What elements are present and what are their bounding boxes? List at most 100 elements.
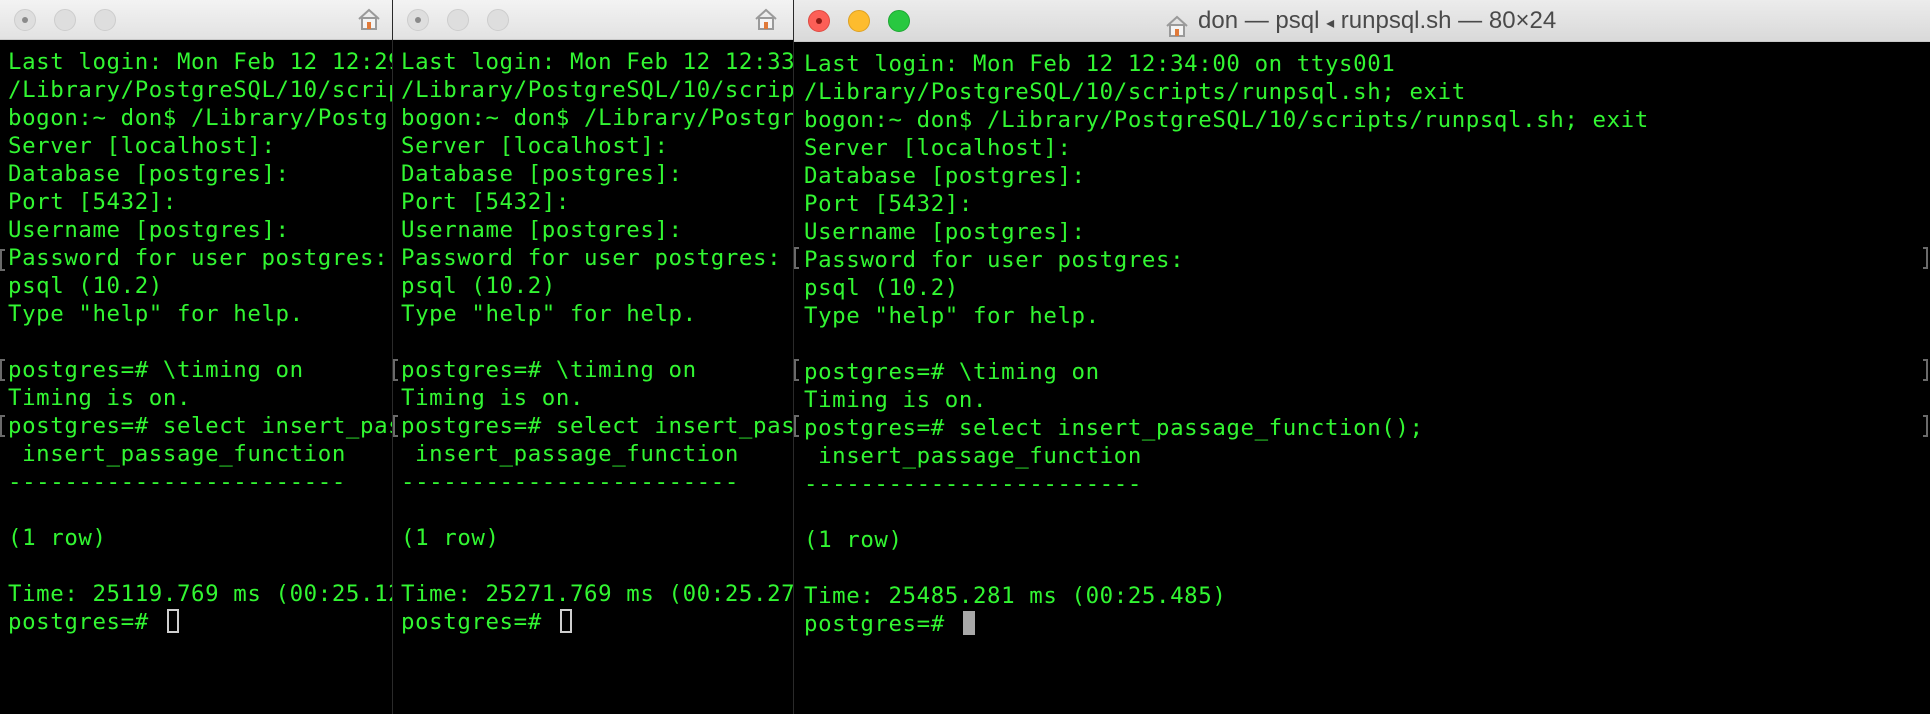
terminal-line: Time: 25485.281 ms (00:25.485) [804,583,1227,609]
prompt-line[interactable]: postgres=# [401,608,793,636]
terminal-line: psql (10.2) [401,273,556,299]
cursor [166,609,179,633]
titlebar[interactable] [393,0,793,40]
terminal-line: Timing is on. [804,387,988,413]
titlebar[interactable] [0,0,392,40]
terminal-line: Password for user postgres: [401,245,782,271]
terminal-line: /Library/PostgreSQL/10/scripts/runpsql.s… [804,79,1466,105]
terminal-line: postgres=# \timing on [8,357,304,383]
terminal-line: bogon:~ don$ /Library/Postgr [8,105,393,131]
terminal-line: postgres=# select insert_pas [401,413,794,439]
terminal-line: Database [postgres]: [401,161,683,187]
terminal-output[interactable]: Last login: Mon Feb 12 12:33 /Library/Po… [401,48,793,714]
terminal-line: insert_passage_function [401,441,739,467]
zoom-button[interactable] [94,9,116,31]
selection-mark [1923,247,1928,269]
terminal-line: /Library/PostgreSQL/10/scrip [401,77,794,103]
terminal-line: Server [localhost]: [401,133,669,159]
prompt-line[interactable]: postgres=# [804,610,1930,638]
selection-mark [0,415,5,437]
cursor [559,609,572,633]
prompt-text: postgres=# [804,611,959,637]
title-left: don — psql [1198,7,1320,34]
close-button[interactable] [407,9,429,31]
close-button[interactable] [808,10,830,32]
selection-mark [1923,359,1928,381]
terminal-line: Port [5432]: [8,189,177,215]
terminal-line: Password for user postgres: [8,245,389,271]
terminal-line: Type "help" for help. [8,301,304,327]
cursor [962,611,975,635]
terminal-line: Type "help" for help. [401,301,697,327]
minimize-button[interactable] [848,10,870,32]
terminal-window-3[interactable]: don — psql ◂ runpsql.sh — 80×24 Last log… [794,0,1930,714]
terminal-line: Timing is on. [401,385,585,411]
selection-mark [794,247,799,269]
terminal-line: Type "help" for help. [804,303,1100,329]
terminal-line: Server [localhost]: [804,135,1072,161]
terminal-line: ------------------------ [8,469,346,495]
terminal-line: Username [postgres]: [8,217,290,243]
terminal-line: postgres=# select insert_passage_functio… [804,415,1424,441]
terminal-line: Time: 25271.769 ms (00:25.27 [401,581,794,607]
title-right: runpsql.sh — 80×24 [1340,7,1557,34]
zoom-button[interactable] [888,10,910,32]
zoom-button[interactable] [487,9,509,31]
terminal-line: Last login: Mon Feb 12 12:34:00 on ttys0… [804,51,1396,77]
prompt-line[interactable]: postgres=# [8,608,392,636]
terminal-line: Database [postgres]: [804,163,1086,189]
terminal-line: Time: 25119.769 ms (00:25.12 [8,581,393,607]
home-icon [356,7,382,31]
terminal-line: Username [postgres]: [804,219,1086,245]
home-icon [1164,10,1190,37]
selection-mark [0,249,5,271]
terminal-line: Last login: Mon Feb 12 12:33 [401,49,794,75]
terminal-output[interactable]: Last login: Mon Feb 12 12:29 /Library/Po… [8,48,392,714]
terminal-line: insert_passage_function [8,441,346,467]
terminal-line: postgres=# select insert_pas [8,413,393,439]
titlebar[interactable]: don — psql ◂ runpsql.sh — 80×24 [794,0,1930,42]
terminal-line: psql (10.2) [804,275,959,301]
selection-mark [0,359,5,381]
selection-mark [794,359,799,381]
terminal-line: postgres=# \timing on [401,357,697,383]
prompt-text: postgres=# [8,609,163,635]
terminal-line: Username [postgres]: [401,217,683,243]
window-title: don — psql ◂ runpsql.sh — 80×24 [1164,0,1557,41]
terminal-line: bogon:~ don$ /Library/Postgr [401,105,794,131]
minimize-button[interactable] [447,9,469,31]
home-icon [753,7,779,31]
terminal-line: ------------------------ [401,469,739,495]
terminal-window-2[interactable]: Last login: Mon Feb 12 12:33 /Library/Po… [393,0,794,714]
terminal-line: (1 row) [8,525,107,551]
terminal-window-1[interactable]: Last login: Mon Feb 12 12:29 /Library/Po… [0,0,393,714]
terminal-line: /Library/PostgreSQL/10/scrip [8,77,393,103]
terminal-line: insert_passage_function [804,443,1142,469]
selection-mark [393,415,398,437]
prompt-text: postgres=# [401,609,556,635]
minimize-button[interactable] [54,9,76,31]
terminal-line: (1 row) [804,527,903,553]
terminal-line: Database [postgres]: [8,161,290,187]
terminal-line: Server [localhost]: [8,133,276,159]
terminal-line: (1 row) [401,525,500,551]
terminal-line: ------------------------ [804,471,1142,497]
selection-mark [794,415,799,437]
selection-mark [1923,415,1928,437]
title-arrow: ◂ [1326,15,1335,32]
terminal-line: postgres=# \timing on [804,359,1100,385]
close-button[interactable] [14,9,36,31]
terminal-line: Password for user postgres: [804,247,1185,273]
terminal-line: Last login: Mon Feb 12 12:29 [8,49,393,75]
terminal-line: Port [5432]: [401,189,570,215]
terminal-output[interactable]: Last login: Mon Feb 12 12:34:00 on ttys0… [804,50,1930,714]
terminal-line: psql (10.2) [8,273,163,299]
terminal-line: bogon:~ don$ /Library/PostgreSQL/10/scri… [804,107,1649,133]
